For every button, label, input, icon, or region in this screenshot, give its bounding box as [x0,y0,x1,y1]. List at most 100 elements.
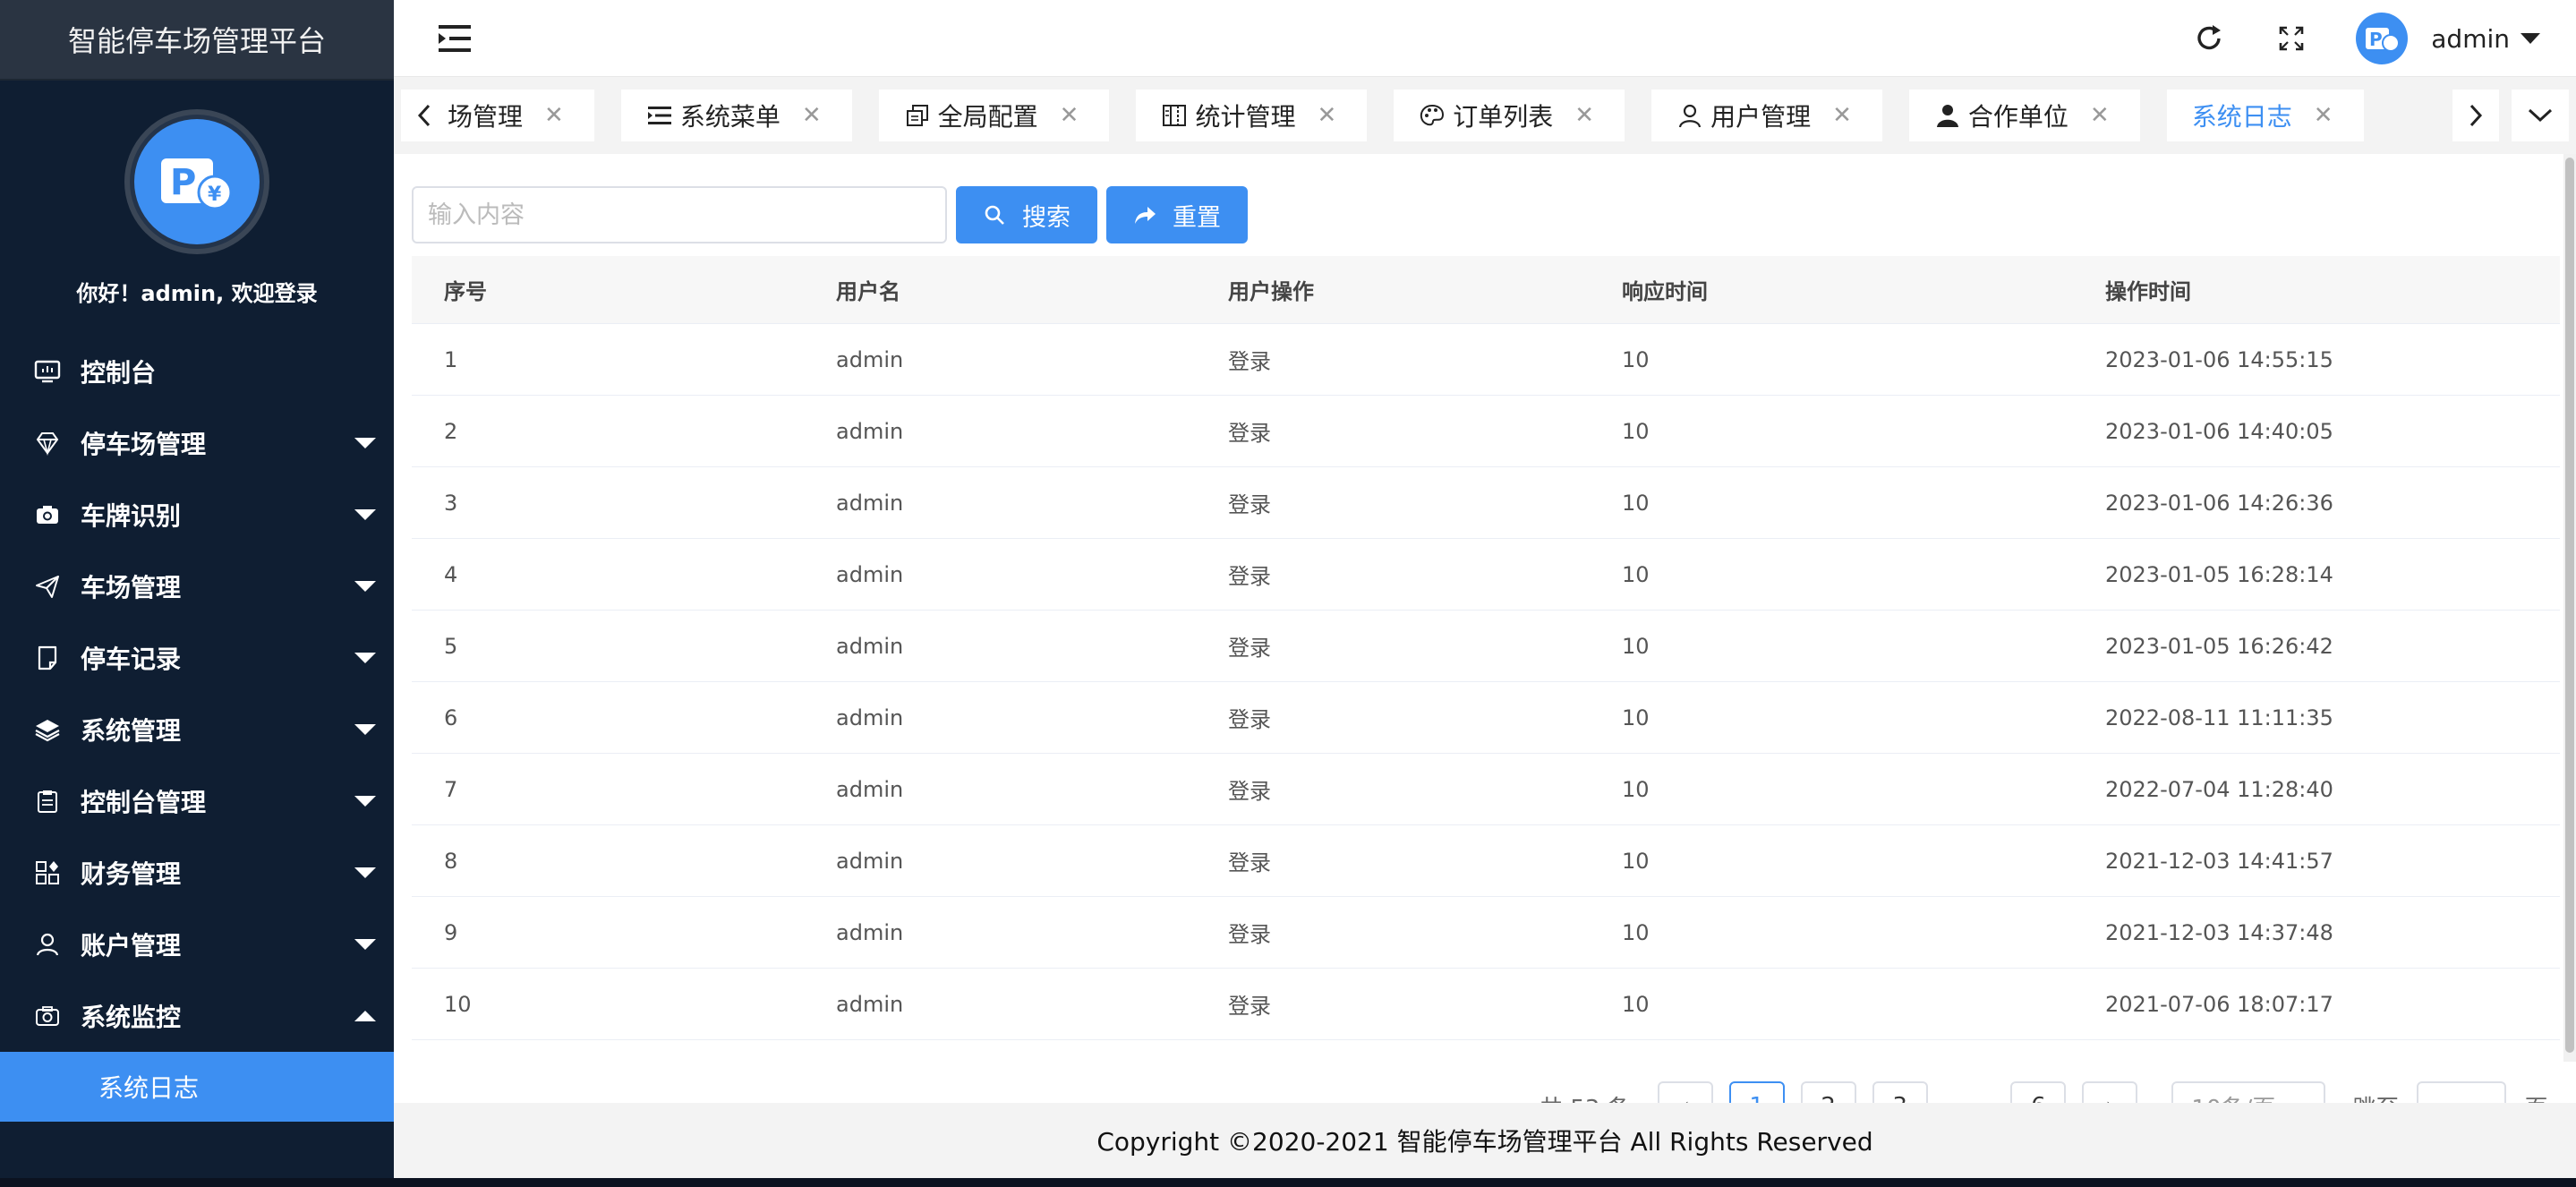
close-icon[interactable]: ✕ [1574,102,1594,129]
svg-text:¥: ¥ [208,184,222,206]
table-cell: 2021-07-06 18:07:17 [2105,991,2333,1017]
tabs-scroll-left-icon[interactable] [401,90,448,141]
close-icon[interactable]: ✕ [1832,102,1852,129]
sidebar-item-parking-lot[interactable]: 停车场管理 [0,407,394,479]
close-icon[interactable]: ✕ [2090,102,2110,129]
table-cell: 7 [444,776,458,802]
scrollbar-thumb[interactable] [2565,158,2574,1053]
table-cell: 登录 [1228,564,1271,589]
sidebar-item-account[interactable]: 账户管理 [0,909,394,980]
sidebar-item-finance[interactable]: 财务管理 [0,837,394,909]
table-cell: 4 [444,561,458,587]
page-button[interactable]: 6 [2010,1081,2067,1103]
table-cell: 2021-12-03 14:37:48 [2105,919,2333,945]
welcome-text: 你好！admin, 欢迎登录 [76,281,318,306]
sidebar-menu: 控制台 停车场管理 车牌识别 车场管理 停车记录 系统管理 控制台管理 财务管理… [0,336,394,1122]
reset-button[interactable]: 重置 [1106,186,1248,243]
monitor-icon [34,358,61,385]
avatar-ring: P ¥ [124,109,269,254]
user-name[interactable]: admin [2431,24,2510,54]
sidebar-item-monitoring[interactable]: 系统监控 [0,980,394,1052]
caret-down-icon [354,581,376,592]
tabs-bar: 场管理 ✕ 系统菜单 ✕ 全局配置 ✕ 统计管理 ✕ 订单列表 ✕ 用户管理 ✕… [394,77,2576,154]
search-input[interactable] [412,186,947,243]
tab-user-management[interactable]: 用户管理 ✕ [1651,90,1882,141]
table-row: 6 admin 登录 10 2022-08-11 11:11:35 [412,682,2560,754]
next-page-icon[interactable]: › [2082,1081,2138,1103]
camera-icon [34,501,61,528]
table-row: 9 admin 登录 10 2021-12-03 14:37:48 [412,897,2560,969]
close-icon[interactable]: ✕ [1060,102,1079,129]
sidebar-item-plate-recognition[interactable]: 车牌识别 [0,479,394,551]
tab-system-log[interactable]: 系统日志 ✕ [2166,90,2364,141]
clipboard-icon [34,788,61,815]
tab-label: 系统菜单 [679,102,780,132]
sidebar-item-dashboard[interactable]: 控制台 [0,336,394,407]
person-solid-icon [1934,102,1961,129]
sidebar-item-console-management[interactable]: 控制台管理 [0,765,394,837]
table-cell: 登录 [1228,707,1271,732]
sidebar-item-label: 账户管理 [81,931,182,961]
sidebar-subitem-system-log[interactable]: 系统日志 [0,1052,394,1122]
table-cell: 8 [444,848,458,874]
table-cell: admin [836,919,904,945]
tab-label: 场管理 [448,102,524,132]
close-icon[interactable]: ✕ [544,102,564,129]
close-icon[interactable]: ✕ [1317,102,1336,129]
column-header[interactable]: 用户操作 [1196,274,1590,305]
tab-system-menu[interactable]: 系统菜单 ✕ [620,90,852,141]
copy-icon [904,102,931,129]
tab-statistics[interactable]: 统计管理 ✕ [1136,90,1368,141]
page-ellipsis[interactable]: ... [1953,1093,1975,1103]
page-size-select[interactable]: 10条/页 [2171,1081,2326,1103]
page-button[interactable]: 3 [1872,1081,1928,1103]
user-menu-caret-icon[interactable] [2521,33,2540,44]
tabs-dropdown-icon[interactable] [2512,90,2569,141]
table-cell: 登录 [1228,636,1271,661]
table-cell: 10 [1622,418,1650,444]
column-header[interactable]: 响应时间 [1590,274,2073,305]
sidebar-item-label: 车牌识别 [81,501,182,531]
table-cell: admin [836,490,904,516]
grid-icon [34,859,61,886]
tabs-scroll-right-icon[interactable] [2452,90,2499,141]
close-icon[interactable]: ✕ [802,102,822,129]
table-cell: 10 [1622,919,1650,945]
column-header[interactable]: 用户名 [804,274,1196,305]
avatar[interactable]: P [2356,13,2409,64]
sidebar-item-label: 控制台 [81,358,157,388]
close-icon[interactable]: ✕ [2314,102,2333,129]
tab-global-config[interactable]: 全局配置 ✕ [878,90,1110,141]
table-cell: admin [836,561,904,587]
fullscreen-icon[interactable] [2273,21,2309,56]
table-cell: 10 [444,991,472,1017]
diamond-icon [34,430,61,457]
page-button[interactable]: 1 [1728,1081,1785,1103]
share-arrow-icon [1133,203,1156,226]
jump-input[interactable] [2417,1081,2507,1103]
collapse-menu-icon[interactable] [437,23,473,54]
sidebar-item-label: 控制台管理 [81,788,207,817]
log-table: 序号 用户名 用户操作 响应时间 操作时间 1 admin 登录 10 2023-01-… [412,256,2560,1040]
footer: Copyright ©2020-2021 智能停车场管理平台 All Right… [394,1103,2576,1178]
prev-page-icon[interactable]: ‹ [1657,1081,1713,1103]
pagination-total: 共 53 条 [1540,1090,1631,1104]
tab-partners[interactable]: 合作单位 ✕ [1908,90,2140,141]
tab-order-list[interactable]: 订单列表 ✕ [1394,90,1625,141]
column-header[interactable]: 操作时间 [2073,274,2560,305]
sidebar-item-parking-records[interactable]: 停车记录 [0,622,394,694]
table-cell: 2021-12-03 14:41:57 [2105,848,2333,874]
caret-up-icon [354,1011,376,1021]
page-button[interactable]: 2 [1800,1081,1856,1103]
reset-button-label: 重置 [1173,203,1221,232]
sidebar-item-system[interactable]: 系统管理 [0,694,394,765]
paper-plane-icon [34,573,61,600]
refresh-icon[interactable] [2191,21,2227,56]
layers-icon [34,716,61,743]
search-button[interactable]: 搜索 [956,186,1097,243]
column-header[interactable]: 序号 [412,274,804,305]
content-scrollbar[interactable] [2563,154,2576,1062]
sidebar-item-yard[interactable]: 车场管理 [0,551,394,622]
copyright-text: Copyright ©2020-2021 智能停车场管理平台 All Right… [1096,1127,1873,1157]
tab-parking[interactable]: 场管理 ✕ [448,90,594,141]
